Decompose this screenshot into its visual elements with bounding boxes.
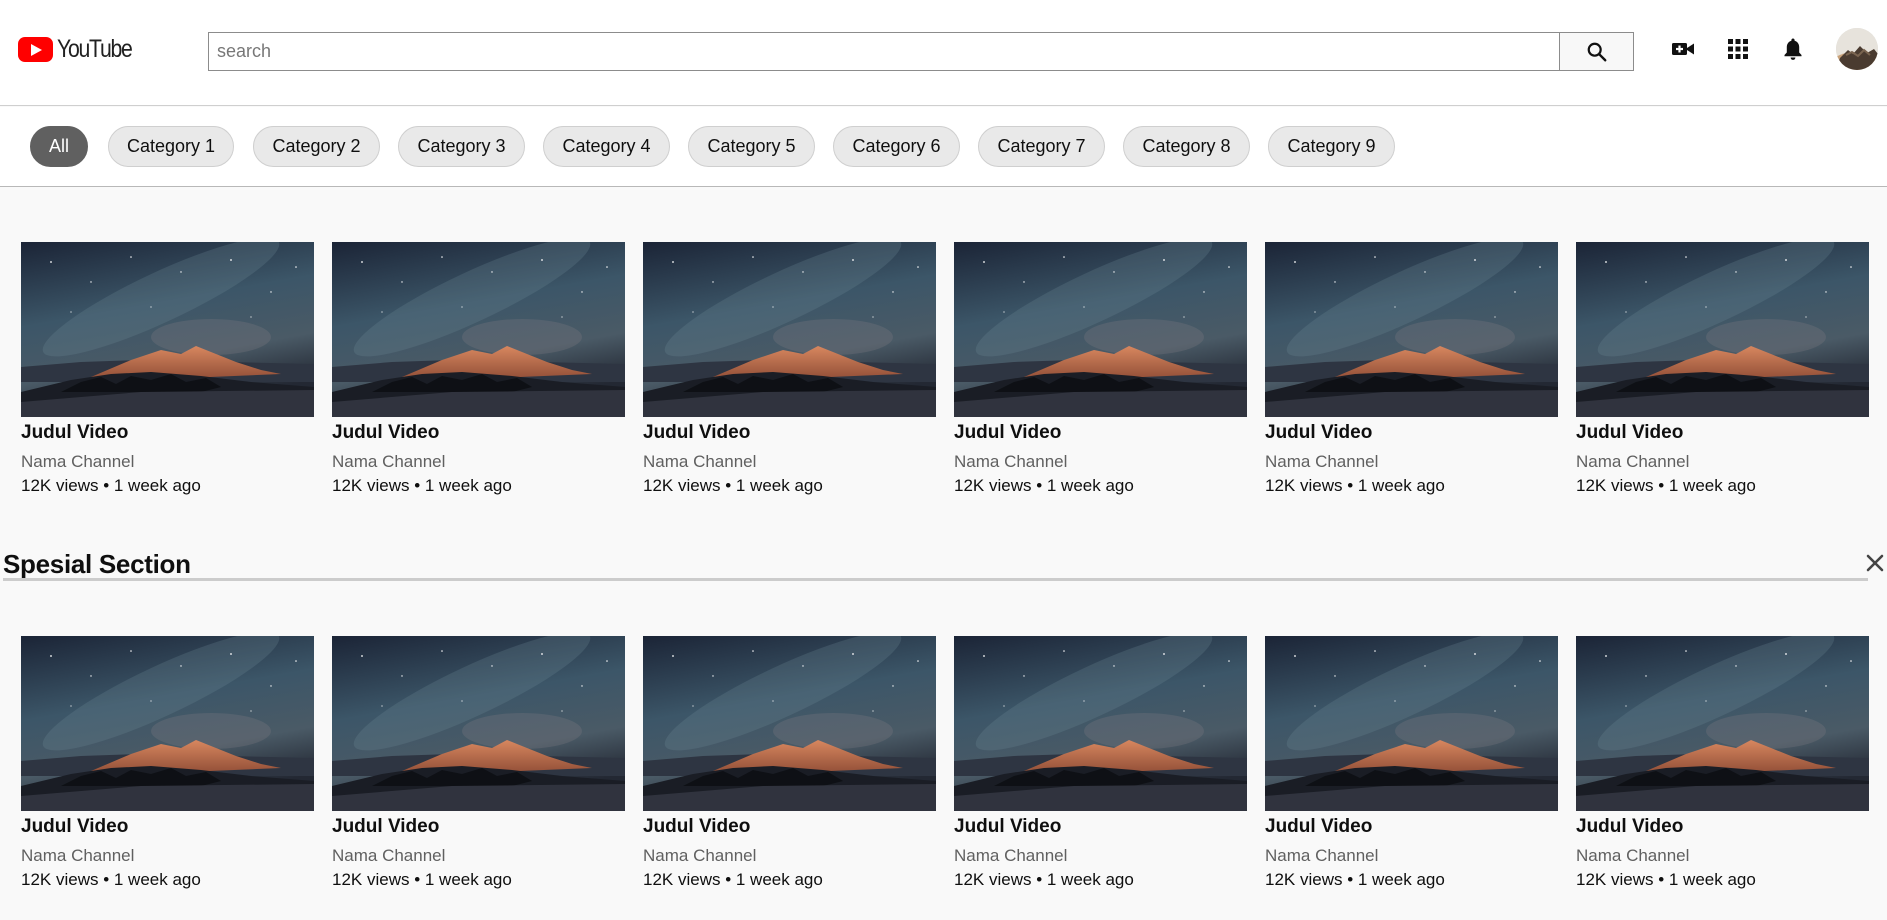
- video-thumbnail[interactable]: [1265, 242, 1558, 417]
- apps-button[interactable]: [1723, 34, 1753, 64]
- chip-category-6[interactable]: Category 6: [833, 126, 960, 167]
- video-meta: 12K views • 1 week ago: [21, 476, 201, 495]
- video-card[interactable]: Judul Video Nama Channel 12K views • 1 w…: [643, 242, 936, 496]
- apps-grid-icon: [1728, 39, 1748, 59]
- channel-name[interactable]: Nama Channel: [954, 846, 1247, 866]
- video-thumbnail[interactable]: [954, 636, 1247, 811]
- search-bar: [208, 32, 1634, 71]
- video-card[interactable]: Judul Video Nama Channel 12K views • 1 w…: [21, 242, 314, 496]
- channel-name[interactable]: Nama Channel: [332, 452, 625, 472]
- video-card[interactable]: Judul Video Nama Channel 12K views • 1 w…: [1265, 636, 1558, 890]
- create-video-button[interactable]: [1668, 34, 1698, 64]
- video-title[interactable]: Judul Video: [1265, 815, 1558, 838]
- search-input[interactable]: [208, 32, 1559, 71]
- video-row-2: Judul Video Nama Channel 12K views • 1 w…: [0, 636, 1887, 906]
- video-thumbnail[interactable]: [1576, 242, 1869, 417]
- video-title[interactable]: Judul Video: [1576, 815, 1869, 838]
- section-close-button[interactable]: [1863, 550, 1887, 576]
- video-card[interactable]: Judul Video Nama Channel 12K views • 1 w…: [332, 242, 625, 496]
- video-thumbnail[interactable]: [643, 636, 936, 811]
- close-icon: [1866, 554, 1884, 572]
- video-meta: 12K views • 1 week ago: [954, 870, 1134, 889]
- video-meta: 12K views • 1 week ago: [21, 870, 201, 889]
- section-divider: [3, 578, 1868, 581]
- chip-category-7[interactable]: Category 7: [978, 126, 1105, 167]
- logo-wordmark: YouTube: [57, 34, 133, 63]
- video-title[interactable]: Judul Video: [1576, 421, 1869, 444]
- video-thumbnail[interactable]: [954, 242, 1247, 417]
- top-header: YouTube: [0, 0, 1887, 106]
- video-thumbnail[interactable]: [1576, 636, 1869, 811]
- video-meta: 12K views • 1 week ago: [643, 476, 823, 495]
- channel-name[interactable]: Nama Channel: [954, 452, 1247, 472]
- video-meta: 12K views • 1 week ago: [332, 476, 512, 495]
- chip-category-9[interactable]: Category 9: [1268, 126, 1395, 167]
- youtube-logo[interactable]: YouTube: [18, 34, 145, 64]
- section-title: Spesial Section: [3, 549, 191, 579]
- video-thumbnail[interactable]: [21, 242, 314, 417]
- channel-name[interactable]: Nama Channel: [1576, 846, 1869, 866]
- channel-name[interactable]: Nama Channel: [1265, 846, 1558, 866]
- video-title[interactable]: Judul Video: [954, 421, 1247, 444]
- chip-category-5[interactable]: Category 5: [688, 126, 815, 167]
- video-meta: 12K views • 1 week ago: [1576, 870, 1756, 889]
- chip-category-8[interactable]: Category 8: [1123, 126, 1250, 167]
- chip-category-3[interactable]: Category 3: [398, 126, 525, 167]
- video-card[interactable]: Judul Video Nama Channel 12K views • 1 w…: [954, 636, 1247, 890]
- video-title[interactable]: Judul Video: [643, 815, 936, 838]
- special-section-header: Spesial Section: [0, 548, 1887, 582]
- header-actions: [1668, 34, 1833, 64]
- video-card[interactable]: Judul Video Nama Channel 12K views • 1 w…: [954, 242, 1247, 496]
- video-thumbnail[interactable]: [332, 636, 625, 811]
- channel-name[interactable]: Nama Channel: [1576, 452, 1869, 472]
- video-thumbnail[interactable]: [643, 242, 936, 417]
- avatar[interactable]: [1836, 28, 1878, 70]
- video-title[interactable]: Judul Video: [643, 421, 936, 444]
- video-meta: 12K views • 1 week ago: [1265, 476, 1445, 495]
- video-meta: 12K views • 1 week ago: [643, 870, 823, 889]
- video-title[interactable]: Judul Video: [21, 421, 314, 444]
- video-thumbnail[interactable]: [21, 636, 314, 811]
- video-card[interactable]: Judul Video Nama Channel 12K views • 1 w…: [21, 636, 314, 890]
- notifications-button[interactable]: [1778, 34, 1808, 64]
- video-meta: 12K views • 1 week ago: [954, 476, 1134, 495]
- channel-name[interactable]: Nama Channel: [21, 846, 314, 866]
- video-meta: 12K views • 1 week ago: [332, 870, 512, 889]
- bell-icon: [1784, 38, 1802, 60]
- search-icon: [1587, 42, 1606, 61]
- video-title[interactable]: Judul Video: [21, 815, 314, 838]
- channel-name[interactable]: Nama Channel: [332, 846, 625, 866]
- channel-name[interactable]: Nama Channel: [643, 452, 936, 472]
- video-title[interactable]: Judul Video: [332, 421, 625, 444]
- chip-category-4[interactable]: Category 4: [543, 126, 670, 167]
- video-thumbnail[interactable]: [332, 242, 625, 417]
- video-meta: 12K views • 1 week ago: [1576, 476, 1756, 495]
- youtube-play-icon: [18, 36, 53, 62]
- video-card[interactable]: Judul Video Nama Channel 12K views • 1 w…: [1576, 242, 1869, 496]
- video-title[interactable]: Judul Video: [332, 815, 625, 838]
- channel-name[interactable]: Nama Channel: [643, 846, 936, 866]
- video-title[interactable]: Judul Video: [954, 815, 1247, 838]
- video-row-1: Judul Video Nama Channel 12K views • 1 w…: [0, 242, 1887, 512]
- channel-name[interactable]: Nama Channel: [21, 452, 314, 472]
- video-card[interactable]: Judul Video Nama Channel 12K views • 1 w…: [643, 636, 936, 890]
- chip-category-2[interactable]: Category 2: [253, 126, 380, 167]
- video-camera-add-icon: [1672, 43, 1694, 55]
- video-card[interactable]: Judul Video Nama Channel 12K views • 1 w…: [1576, 636, 1869, 890]
- video-meta: 12K views • 1 week ago: [1265, 870, 1445, 889]
- video-thumbnail[interactable]: [1265, 636, 1558, 811]
- video-title[interactable]: Judul Video: [1265, 421, 1558, 444]
- chip-all[interactable]: All: [30, 126, 88, 167]
- search-button[interactable]: [1559, 32, 1634, 71]
- video-card[interactable]: Judul Video Nama Channel 12K views • 1 w…: [1265, 242, 1558, 496]
- category-chips-bar: All Category 1 Category 2 Category 3 Cat…: [0, 107, 1887, 187]
- channel-name[interactable]: Nama Channel: [1265, 452, 1558, 472]
- chip-category-1[interactable]: Category 1: [108, 126, 234, 167]
- video-card[interactable]: Judul Video Nama Channel 12K views • 1 w…: [332, 636, 625, 890]
- avatar-image: [1836, 28, 1878, 70]
